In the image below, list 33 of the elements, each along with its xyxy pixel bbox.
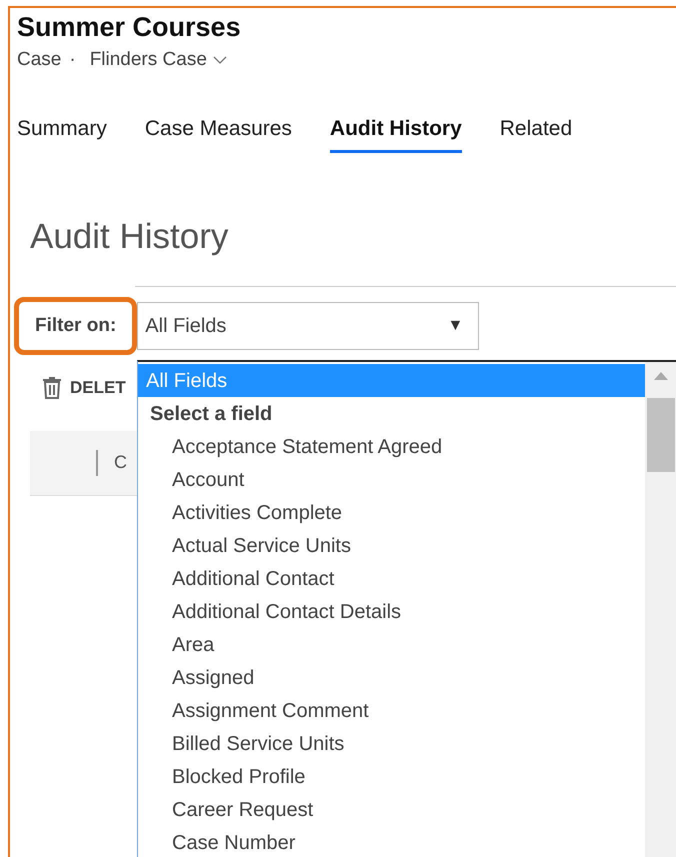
dropdown-option[interactable]: Actual Service Units (138, 529, 645, 562)
group-header: Select a field (149, 402, 274, 426)
dropdown-option[interactable]: Career Request (138, 793, 645, 826)
record-title: Summer Courses (17, 11, 242, 44)
dropdown-option[interactable]: Case Number (138, 826, 645, 857)
dropdown-option[interactable]: Account (138, 463, 645, 496)
separator-dot: · (69, 48, 76, 72)
column-header: C (114, 451, 127, 474)
tab[interactable]: Related (500, 112, 572, 153)
chevron-down-icon (212, 56, 227, 65)
tab[interactable]: Summary (17, 112, 107, 153)
dropdown-option[interactable]: Blocked Profile (138, 760, 645, 793)
dropdown-option[interactable]: Acceptance Statement Agreed (138, 430, 645, 463)
dropdown-option[interactable]: Activities Complete (138, 496, 645, 529)
delete-label: DELET (70, 377, 126, 399)
form-selector[interactable]: Flinders Case (90, 46, 227, 74)
scroll-thumb[interactable] (646, 398, 674, 472)
dropdown-option[interactable]: Area (138, 628, 645, 661)
dropdown-option[interactable]: Assigned (138, 661, 645, 694)
filter-label: Filter on: (14, 296, 138, 355)
dropdown-arrow: ▼ (447, 316, 464, 336)
tab[interactable]: Audit History (330, 112, 462, 153)
trash-icon (42, 376, 62, 399)
section-heading: Audit History (30, 216, 230, 258)
dropdown-option[interactable]: Additional Contact Details (138, 595, 645, 628)
dropdown-option[interactable]: Assignment Comment (138, 694, 645, 727)
scroll-up-icon[interactable] (654, 372, 668, 380)
dropdown-option[interactable]: Billed Service Units (138, 727, 645, 760)
entity-label: Case (17, 48, 62, 72)
tab[interactable]: Case Measures (144, 112, 292, 153)
dropdown-option[interactable]: Additional Contact (138, 562, 645, 595)
scrollbar[interactable] (645, 362, 676, 857)
filter-select[interactable]: All Fields ▼ (137, 302, 480, 350)
